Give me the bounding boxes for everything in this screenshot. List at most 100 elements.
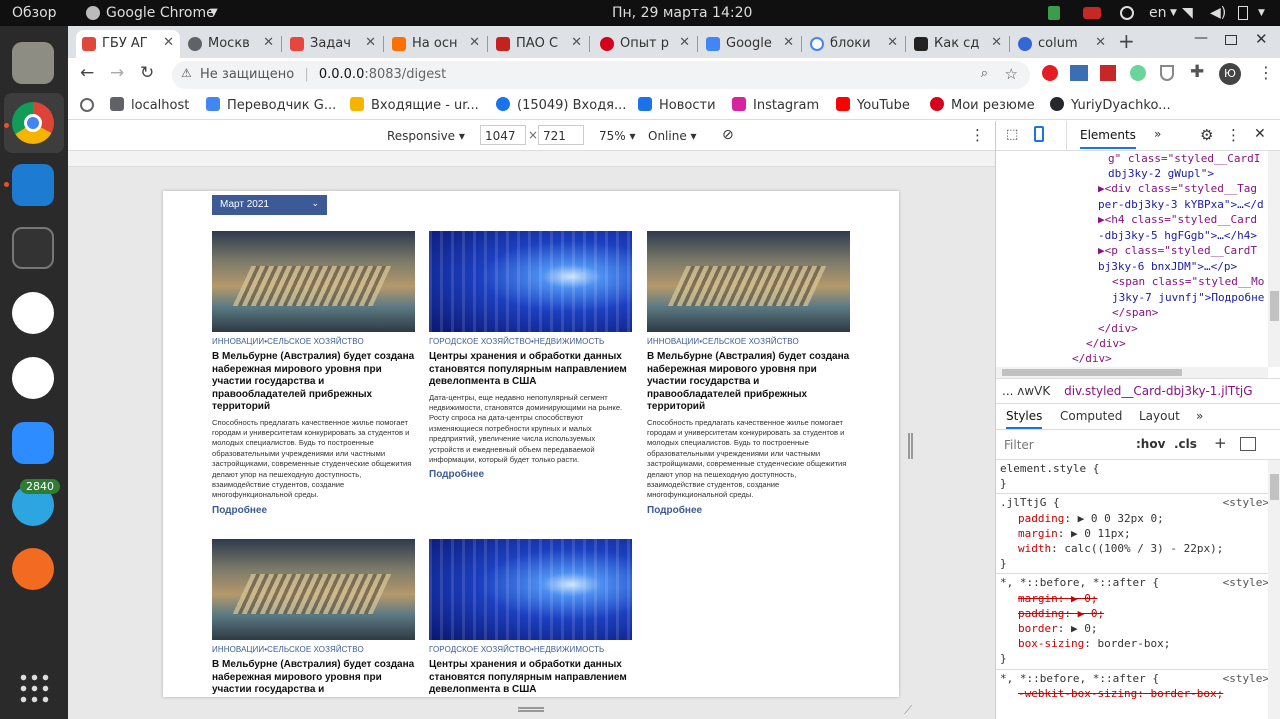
tab-5[interactable]: Опыт р ✕ — [594, 30, 696, 58]
dom-line[interactable]: </div> — [1098, 321, 1138, 337]
bookmark-1[interactable]: Переводчик G... — [206, 97, 336, 113]
gear-icon[interactable]: ⚙ — [1200, 126, 1213, 144]
dom-line[interactable]: ▶<h4 class="styled__Card — [1098, 212, 1257, 228]
files-icon[interactable] — [12, 42, 54, 84]
extensions-puzzle-icon[interactable]: ✚ — [1190, 62, 1204, 82]
device-more-icon[interactable]: ⋮ — [970, 126, 985, 144]
badge-tray-icon[interactable] — [1083, 7, 1101, 19]
tab-6[interactable]: Google ✕ — [700, 30, 800, 58]
css-property[interactable]: border: ▶ 0; — [1000, 621, 1277, 636]
inspect-icon[interactable]: ⬚ — [1006, 127, 1018, 142]
chart-extension-icon[interactable] — [1070, 65, 1088, 81]
dom-line[interactable]: ▶<div class="styled__Tag — [1098, 181, 1257, 197]
card-tags[interactable]: ИННОВАЦИИ•СЕЛЬСКОЕ ХОЗЯЙСТВО — [212, 337, 415, 346]
dom-line[interactable]: </div> — [1086, 336, 1126, 352]
devtools-menu-icon[interactable]: ⋮ — [1226, 126, 1241, 144]
css-property-overridden[interactable]: margin: ▶ 0; — [1000, 591, 1277, 606]
dom-line[interactable]: <span class="styled__Mo — [1112, 274, 1264, 290]
news-card[interactable]: ГОРОДСКОЕ ХОЗЯЙСТВО•НЕДВИЖИМОСТЬ Центры … — [429, 231, 632, 480]
breadcrumb-prev[interactable]: ... ᴧwVK — [1002, 384, 1050, 398]
resize-handle-bottom[interactable] — [518, 707, 544, 712]
new-rule-icon[interactable]: + — [1214, 434, 1227, 452]
forward-icon[interactable]: → — [110, 63, 124, 83]
card-title[interactable]: Центры хранения и обработки данных стано… — [429, 659, 632, 697]
wifi-icon[interactable]: ◥ — [1182, 5, 1193, 21]
new-tab-button[interactable]: + — [1118, 29, 1135, 53]
close-icon[interactable]: ✕ — [365, 35, 376, 50]
tab-0[interactable]: ГБУ АГ ✕ — [76, 30, 180, 58]
dom-line[interactable]: ▶<p class="styled__CardT — [1098, 243, 1257, 259]
zoom-icon[interactable] — [12, 422, 54, 464]
postman-icon[interactable] — [12, 548, 54, 590]
throttle-select[interactable]: Online ▾ — [648, 129, 697, 143]
close-icon[interactable]: ✕ — [469, 35, 480, 50]
card-title[interactable]: В Мельбурне (Австралия) будет создана на… — [212, 659, 415, 697]
close-icon[interactable]: ✕ — [1095, 35, 1106, 50]
card-title[interactable]: Центры хранения и обработки данных стано… — [429, 351, 632, 389]
dom-h-scrollbar[interactable] — [996, 367, 1268, 378]
computed-sidebar-icon[interactable] — [1240, 437, 1256, 451]
breadcrumb-current[interactable]: div.styled__Card-dbj3ky-1.jlTtjG — [1064, 384, 1252, 398]
card-image[interactable] — [212, 539, 415, 640]
clock[interactable]: Пн, 29 марта 14:20 — [612, 5, 752, 21]
dom-line[interactable]: -dbj3ky-5 hgFGgb">…</h4> — [1098, 228, 1257, 244]
css-rule[interactable]: .jlTtjG { <style> padding: ▶ 0 0 32px 0;… — [996, 494, 1280, 575]
tab-elements[interactable]: Elements — [1080, 128, 1136, 149]
css-rule[interactable]: *, *::before, *::after { <style> -webkit… — [996, 670, 1280, 703]
mongodb-compass-icon[interactable] — [12, 357, 54, 399]
css-property-overridden[interactable]: -webkit-box-sizing: border-box; — [1000, 686, 1277, 701]
close-icon[interactable]: ✕ — [783, 35, 794, 50]
menu-kebab-icon[interactable]: ⋮ — [1258, 63, 1274, 82]
card-more-link[interactable]: Подробнее — [429, 469, 632, 480]
bookmark-0[interactable]: localhost — [110, 97, 189, 113]
vscode-icon[interactable] — [12, 164, 54, 206]
card-more-link[interactable]: Подробнее — [647, 505, 850, 516]
dom-line[interactable]: j3ky-7 juvnfj">Подробне — [1112, 290, 1264, 306]
bookmark-7[interactable]: Мои резюме — [930, 97, 1035, 113]
card-title[interactable]: В Мельбурне (Австралия) будет создана на… — [647, 351, 850, 414]
css-property[interactable]: box-sizing: border-box; — [1000, 636, 1277, 651]
rule-source[interactable]: <style> — [1223, 495, 1269, 510]
tab-4[interactable]: ПАО С ✕ — [490, 30, 588, 58]
tab-8[interactable]: Как сд ✕ — [908, 30, 1008, 58]
close-icon[interactable]: ✕ — [991, 35, 1002, 50]
bookmark-4[interactable]: Новости — [638, 97, 716, 113]
bookmark-star-icon[interactable]: ☆ — [1005, 65, 1018, 83]
zoom-search-icon[interactable]: ⌕ — [981, 66, 988, 81]
styles-scrollbar[interactable] — [1268, 460, 1280, 719]
rotate-icon[interactable]: ⊘ — [722, 127, 734, 143]
sync-tray-icon[interactable] — [1120, 6, 1134, 20]
bookmark-2[interactable]: Входящие - ur... — [350, 97, 479, 113]
css-property[interactable]: margin: ▶ 0 11px; — [1000, 526, 1277, 541]
card-tags[interactable]: ГОРОДСКОЕ ХОЗЯЙСТВО•НЕДВИЖИМОСТЬ — [429, 645, 632, 654]
card-title[interactable]: В Мельбурне (Австралия) будет создана на… — [212, 351, 415, 414]
month-select[interactable]: Март 2021 ⌄ — [212, 195, 327, 215]
card-tags[interactable]: ГОРОДСКОЕ ХОЗЯЙСТВО•НЕДВИЖИМОСТЬ — [429, 337, 632, 346]
extension-icon[interactable] — [1130, 65, 1146, 81]
security-label[interactable]: Не защищено — [200, 67, 294, 82]
dom-line[interactable]: dbj3ky-2 gWupl"> — [1108, 166, 1214, 182]
rule-source[interactable]: <style> — [1223, 575, 1269, 590]
back-icon[interactable]: ← — [80, 63, 94, 83]
tab-styles[interactable]: Styles — [1006, 409, 1043, 429]
battery-icon[interactable] — [1238, 6, 1248, 20]
more-tabs-icon[interactable]: » — [1154, 127, 1161, 141]
viewport-width-input[interactable]: 1047 — [480, 125, 526, 145]
address-bar[interactable]: ⚠ Не защищено | 0.0.0.0:8083/digest ⌕ ☆ — [172, 61, 1030, 89]
css-property[interactable]: width: calc((100% / 3) - 22px); — [1000, 541, 1277, 556]
maximize-button[interactable] — [1225, 35, 1237, 45]
close-icon[interactable]: ✕ — [887, 35, 898, 50]
slack-icon[interactable] — [12, 292, 54, 334]
tab-1[interactable]: Москв ✕ — [182, 30, 280, 58]
news-card[interactable]: ИННОВАЦИИ•СЕЛЬСКОЕ ХОЗЯЙСТВО В Мельбурне… — [212, 231, 415, 516]
dom-line[interactable]: bj3ky-6 bnxJDM">…</p> — [1098, 259, 1237, 275]
close-icon[interactable]: ✕ — [679, 35, 690, 50]
dom-line[interactable]: g" class="styled__CardI — [1108, 151, 1260, 167]
card-tags[interactable]: ИННОВАЦИИ•СЕЛЬСКОЕ ХОЗЯЙСТВО — [212, 645, 415, 654]
news-card[interactable]: ИННОВАЦИИ•СЕЛЬСКОЕ ХОЗЯЙСТВО В Мельбурне… — [647, 231, 850, 516]
dom-line[interactable]: </div> — [1072, 351, 1112, 367]
element-style-rule[interactable]: element.style { } — [996, 460, 1280, 495]
profile-avatar[interactable]: Ю — [1219, 63, 1241, 85]
app-menu[interactable]: Google Chrome — [106, 5, 215, 21]
bookmark-6[interactable]: YouTube — [836, 97, 910, 113]
